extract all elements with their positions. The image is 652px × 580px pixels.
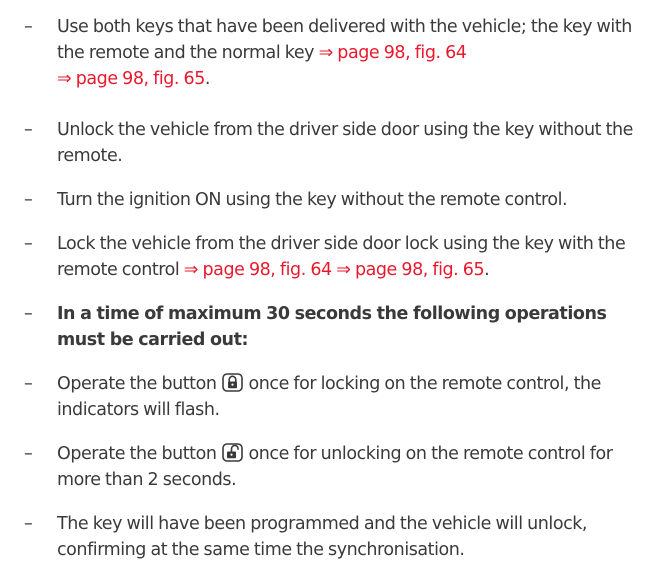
dash-bullet: – [24, 190, 33, 210]
step-text: Operate the button once for unlocking on… [57, 441, 647, 493]
manual-page: – Use both keys that have been delivered… [0, 0, 652, 580]
lock-open-icon [222, 443, 243, 462]
step-text: Use both keys that have been delivered w… [57, 14, 647, 92]
step-text: Operate the button once for locking on t… [57, 371, 647, 423]
step-text-part: Operate the button [57, 444, 221, 464]
step-text: Turn the ignition ON using the key witho… [57, 190, 568, 210]
dash-bullet: – [24, 304, 33, 324]
dash-bullet: – [24, 444, 33, 464]
dash-bullet: – [24, 514, 33, 534]
step-text-bold: In a time of maximum 30 seconds the foll… [57, 304, 607, 350]
cross-reference-link[interactable]: ⇒ page 98, fig. 64 [184, 260, 332, 280]
cross-reference-link[interactable]: ⇒ page 98, fig. 65 [336, 260, 484, 280]
cross-reference-link[interactable]: ⇒ page 98, fig. 64 [319, 43, 467, 63]
dash-bullet: – [24, 234, 33, 254]
dash-bullet: – [24, 17, 33, 37]
step-text: The key will have been programmed and th… [57, 514, 588, 560]
step-text-part: Operate the button [57, 374, 221, 394]
step-text-end: . [484, 260, 490, 280]
dash-bullet: – [24, 120, 33, 140]
cross-reference-link[interactable]: ⇒ page 98, fig. 65 [57, 69, 205, 89]
dash-bullet: – [24, 374, 33, 394]
step-text: Unlock the vehicle from the driver side … [57, 120, 633, 166]
step-text: Lock the vehicle from the driver side do… [57, 231, 647, 283]
lock-closed-icon [222, 373, 243, 392]
step-text-end: . [204, 69, 211, 89]
